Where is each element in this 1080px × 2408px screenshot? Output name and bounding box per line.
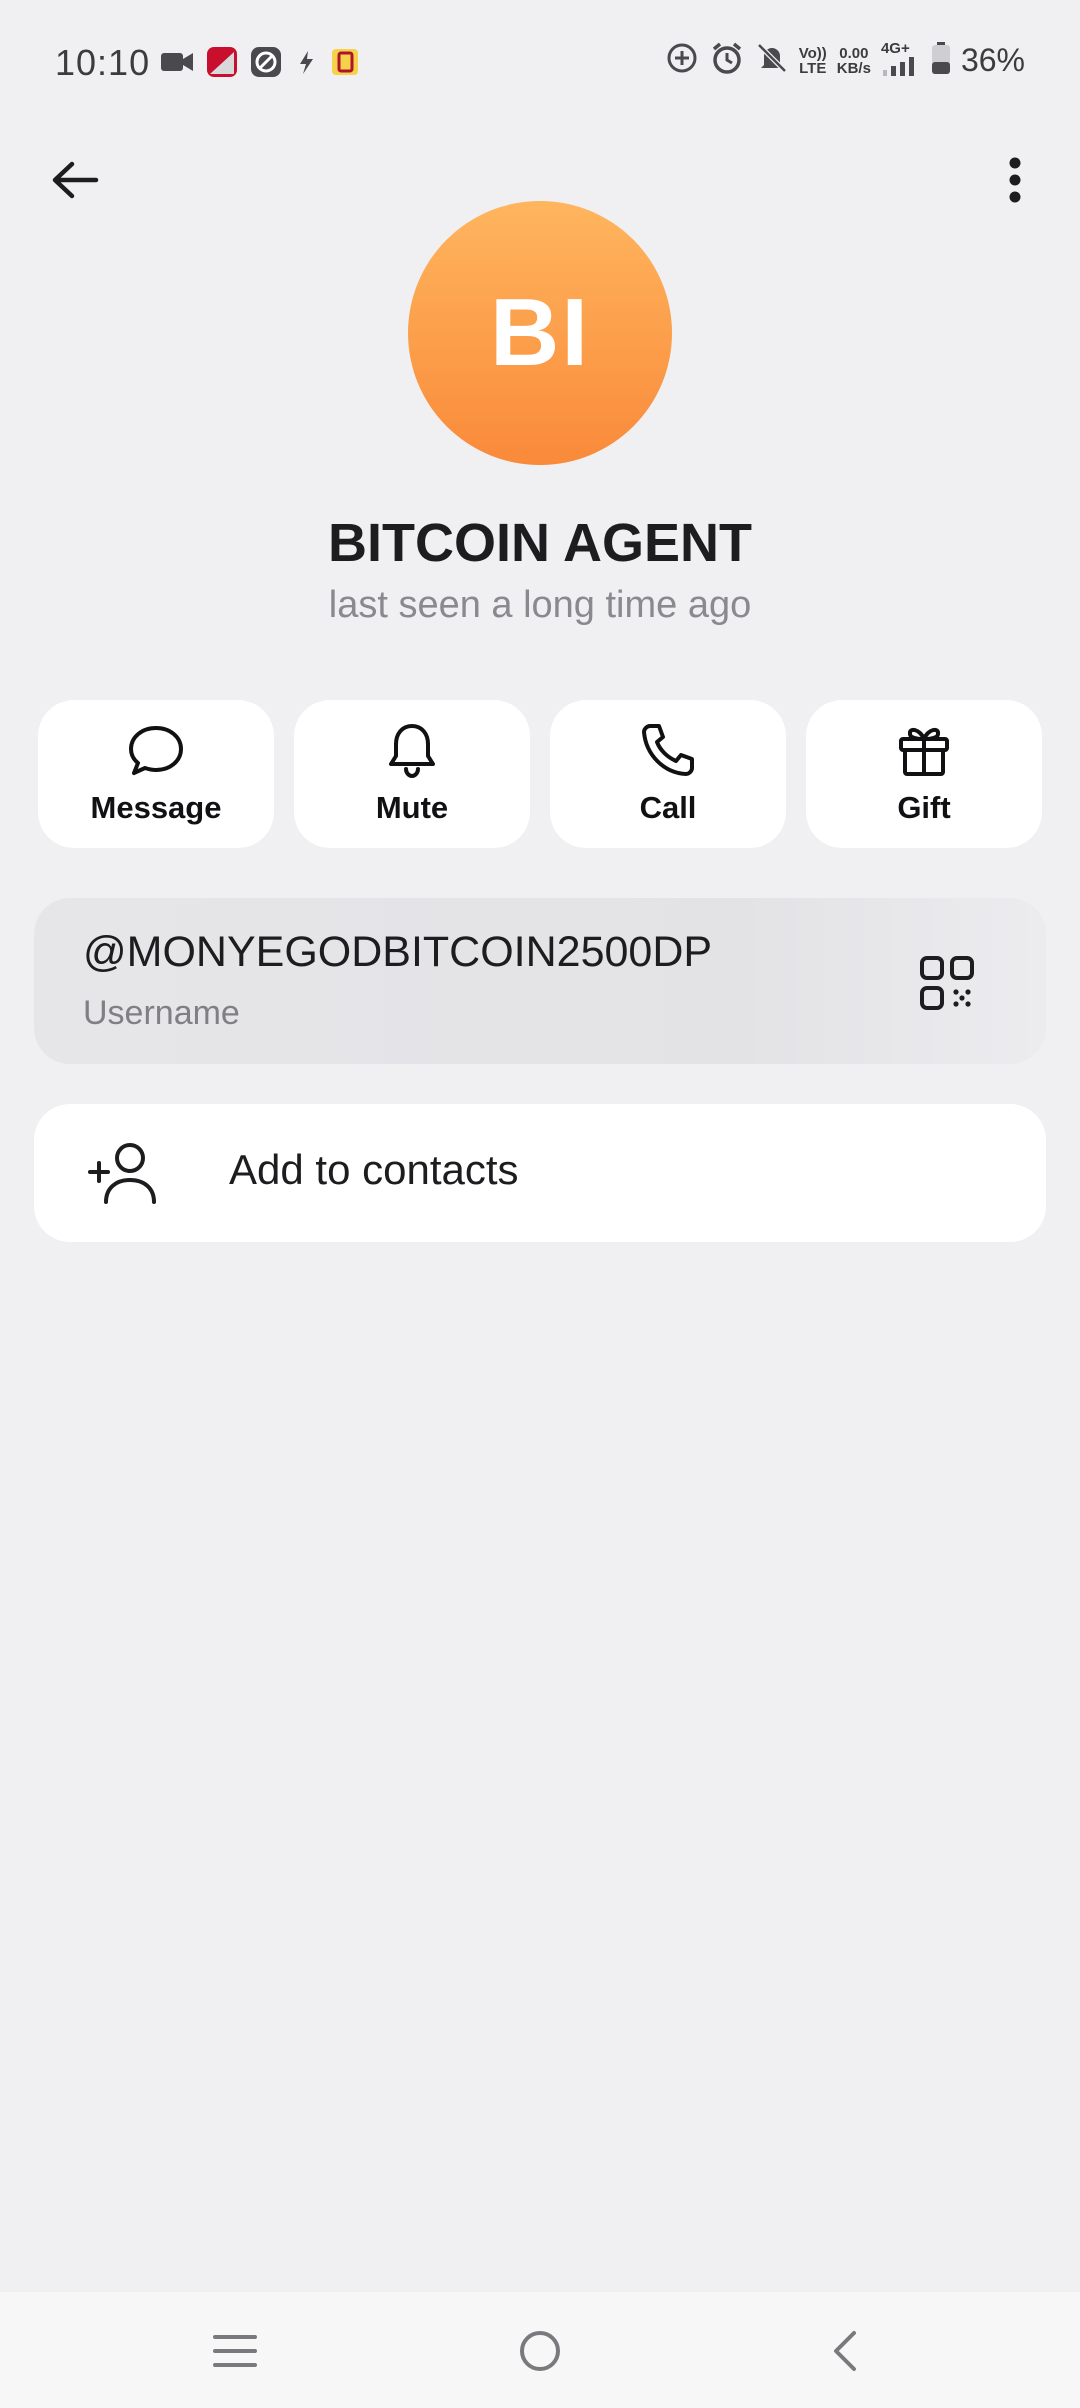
chat-bubble-icon	[129, 726, 183, 775]
app-notification-icon	[206, 46, 238, 83]
mute-label: Mute	[375, 790, 449, 825]
system-status-icons: Vo)) LTE 0.00 KB/s 4G+ 36%	[665, 40, 1025, 81]
profile-name: BITCOIN AGENT	[328, 513, 752, 573]
add-to-contacts-button[interactable]: Add to contacts	[34, 1104, 1046, 1242]
profile-screen: 10:10 Vo)) LTE 0.00 KB/s 4G+ 36% BI BITC…	[0, 0, 1080, 2408]
recent-apps-button[interactable]	[200, 2316, 270, 2386]
last-seen-status: last seen a long time ago	[328, 584, 752, 626]
status-time: 10:10	[55, 42, 151, 83]
message-label: Message	[90, 790, 222, 825]
more-options-button[interactable]	[980, 145, 1050, 215]
add-to-contacts-label: Add to contacts	[229, 1146, 519, 1193]
menu-icon	[213, 2335, 257, 2367]
network-type: 4G+	[880, 39, 910, 57]
battery-icon	[931, 41, 951, 80]
add-person-icon	[88, 1143, 156, 1204]
qr-code-button[interactable]	[912, 948, 982, 1018]
username-value: @MONYEGODBITCOIN2500DP	[83, 928, 713, 976]
volte-indicator: Vo)) LTE	[798, 44, 827, 77]
username-card[interactable]: @MONYEGODBITCOIN2500DP Username	[34, 898, 1046, 1064]
back-button[interactable]	[40, 145, 110, 215]
call-button[interactable]: Call	[550, 700, 786, 848]
status-bar: 10:10 Vo)) LTE 0.00 KB/s 4G+ 36%	[0, 0, 1080, 130]
nav-back-button[interactable]	[810, 2316, 880, 2386]
action-buttons: Message Mute Call Gift	[38, 700, 1042, 848]
more-vertical-icon	[1009, 157, 1021, 203]
phone-icon	[642, 724, 694, 776]
mute-button[interactable]: Mute	[294, 700, 530, 848]
system-navigation-bar	[0, 2292, 1080, 2408]
home-icon	[520, 2331, 560, 2371]
alarm-icon	[709, 40, 745, 81]
data-rate-indicator: 0.00 KB/s	[836, 44, 871, 77]
message-button[interactable]: Message	[38, 700, 274, 848]
bell-icon	[389, 724, 435, 779]
qr-code-icon	[920, 956, 974, 1010]
edit-app-icon	[250, 46, 282, 83]
avatar[interactable]: BI	[408, 201, 672, 465]
signal-icon: 4G+	[881, 41, 921, 81]
data-saver-icon	[665, 41, 699, 80]
notification-icons	[160, 46, 360, 83]
home-button[interactable]	[505, 2316, 575, 2386]
arrow-left-icon	[52, 161, 99, 199]
flash-icon	[294, 47, 318, 82]
muted-bell-icon	[755, 41, 789, 80]
battery-percentage: 36%	[960, 42, 1025, 78]
call-label: Call	[639, 790, 697, 825]
username-label: Username	[83, 994, 240, 1032]
sim-app-icon	[330, 47, 360, 82]
gift-button[interactable]: Gift	[806, 700, 1042, 848]
video-camera-icon	[160, 49, 194, 80]
gift-icon	[899, 727, 949, 776]
gift-label: Gift	[897, 790, 951, 825]
back-icon	[834, 2331, 856, 2371]
